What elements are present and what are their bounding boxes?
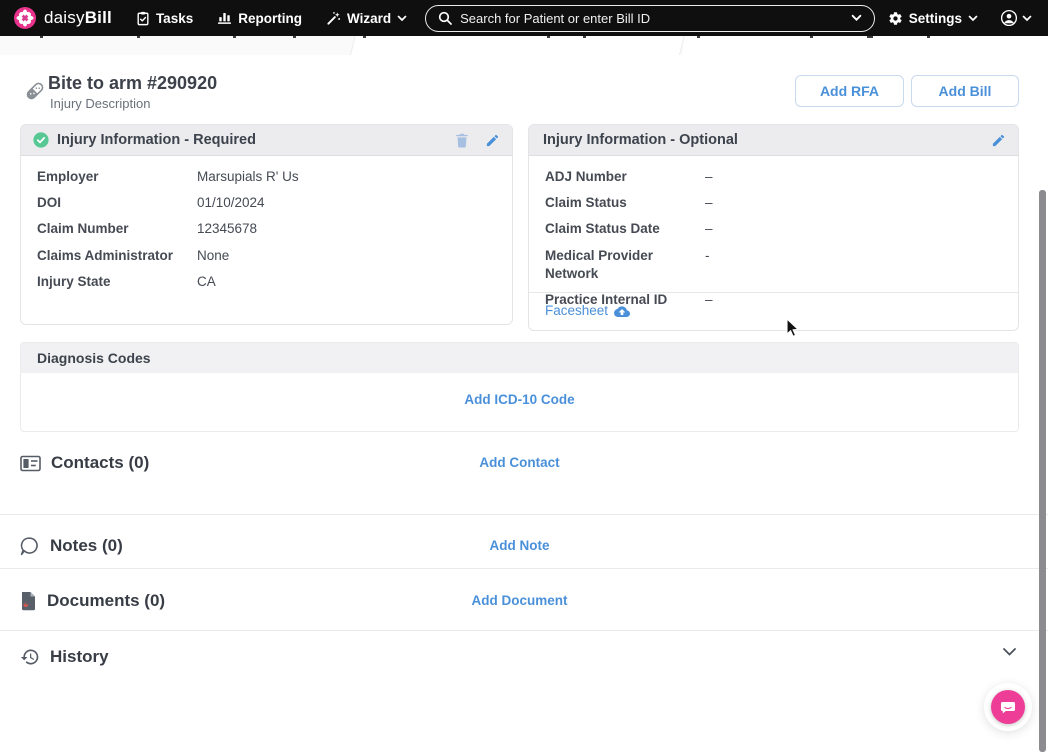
page-title: Bite to arm #290920 <box>48 73 217 94</box>
chevron-down-icon <box>397 15 407 22</box>
search-dropdown-chevron-icon[interactable] <box>851 14 862 22</box>
field-label: DOI <box>37 194 197 212</box>
injury-required-card: Injury Information - Required Employer M… <box>20 124 513 325</box>
tasks-icon <box>136 11 150 26</box>
facesheet-label: Facesheet <box>545 303 608 318</box>
search-input[interactable] <box>460 11 851 26</box>
wizard-wand-icon <box>326 11 341 26</box>
field-row: Employer Marsupials R' Us <box>21 164 512 190</box>
card-title: Injury Information - Required <box>57 132 256 148</box>
contacts-section: Contacts (0) Add Contact <box>20 448 1019 478</box>
chat-widget-button[interactable] <box>991 690 1025 724</box>
facesheet-link[interactable]: Facesheet <box>545 303 630 318</box>
nav-tasks-label: Tasks <box>156 11 193 26</box>
injury-required-card-header: Injury Information - Required <box>21 125 512 156</box>
injury-optional-card-header: Injury Information - Optional <box>529 125 1018 156</box>
global-search[interactable] <box>425 5 875 32</box>
trash-icon[interactable] <box>455 133 469 148</box>
field-row: DOI 01/10/2024 <box>21 190 512 216</box>
field-value: CA <box>197 273 496 291</box>
diagnosis-codes-header: Diagnosis Codes <box>21 343 1018 373</box>
field-row: Injury State CA <box>21 269 512 295</box>
field-value: None <box>197 247 496 265</box>
history-title: History <box>50 647 109 667</box>
brand-name: daisyBill <box>44 8 112 28</box>
field-value: - <box>705 247 1002 283</box>
field-row: Medical Provider Network - <box>529 243 1018 287</box>
daisy-flower-icon <box>14 7 36 29</box>
injury-optional-card: Injury Information - Optional ADJ Number… <box>528 124 1019 331</box>
nav-right-cluster: Settings <box>888 9 1032 27</box>
field-row: Claims Administrator None <box>21 243 512 269</box>
field-value: – <box>705 194 1002 212</box>
field-label: Injury State <box>37 273 197 291</box>
optional-fields: ADJ Number – Claim Status – Claim Status… <box>529 156 1018 313</box>
nav-reporting[interactable]: Reporting <box>217 11 302 26</box>
nav-settings[interactable]: Settings <box>888 11 978 26</box>
nav-wizard-label: Wizard <box>347 11 391 26</box>
add-rfa-button[interactable]: Add RFA <box>795 75 904 107</box>
add-note-link[interactable]: Add Note <box>490 538 550 553</box>
field-value: 01/10/2024 <box>197 194 496 212</box>
field-label: Claim Status Date <box>545 220 705 238</box>
nav-reporting-label: Reporting <box>238 11 302 26</box>
check-circle-icon <box>33 132 49 148</box>
scrollbar-thumb[interactable] <box>1039 190 1046 752</box>
user-circle-icon <box>1000 9 1018 27</box>
field-row: ADJ Number – <box>529 164 1018 190</box>
page-subtitle: Injury Description <box>50 96 150 111</box>
nav-settings-label: Settings <box>909 11 962 26</box>
field-value: – <box>705 220 1002 238</box>
chevron-down-icon <box>1022 15 1032 22</box>
chat-bubble-icon <box>999 698 1017 716</box>
cloud-upload-icon <box>614 305 630 317</box>
divider <box>0 568 1048 569</box>
edit-pencil-icon[interactable] <box>991 133 1006 148</box>
field-label: Claims Administrator <box>37 247 197 265</box>
notes-section: Notes (0) Add Note <box>20 531 1019 561</box>
diagnosis-codes-body: Add ICD-10 Code <box>21 373 1018 431</box>
field-label: Claim Status <box>545 194 705 212</box>
documents-section: Documents (0) Add Document <box>20 586 1019 616</box>
field-row: Claim Status – <box>529 190 1018 216</box>
chevron-down-icon <box>968 15 978 22</box>
search-icon <box>438 11 452 25</box>
history-expand-chevron-icon[interactable] <box>1002 647 1017 657</box>
add-icd10-link[interactable]: Add ICD-10 Code <box>464 392 574 407</box>
diagnosis-codes-card: Diagnosis Codes Add ICD-10 Code <box>20 342 1019 432</box>
field-value: – <box>705 168 1002 186</box>
divider <box>0 630 1048 631</box>
add-contact-link[interactable]: Add Contact <box>479 455 559 470</box>
field-label: ADJ Number <box>545 168 705 186</box>
nav-wizard[interactable]: Wizard <box>326 11 407 26</box>
scrolled-tab-remnant <box>0 36 1048 55</box>
add-bill-button[interactable]: Add Bill <box>911 75 1019 107</box>
history-clock-icon <box>20 647 40 667</box>
facesheet-row: Facesheet <box>529 292 1018 330</box>
field-row: Claim Number 12345678 <box>21 216 512 242</box>
add-document-link[interactable]: Add Document <box>472 593 568 608</box>
gear-icon <box>888 11 903 26</box>
divider <box>0 514 1048 515</box>
field-row: Claim Status Date – <box>529 216 1018 242</box>
daisybill-logo[interactable]: daisyBill <box>14 7 112 29</box>
injury-capsule-icon <box>24 80 46 102</box>
card-title: Injury Information - Optional <box>543 132 738 148</box>
field-value: 12345678 <box>197 220 496 238</box>
field-label: Employer <box>37 168 197 186</box>
field-label: Claim Number <box>37 220 197 238</box>
tab-ghost <box>349 36 684 55</box>
top-nav: daisyBill Tasks Reporting <box>0 0 1048 36</box>
nav-account[interactable] <box>1000 9 1032 27</box>
nav-tasks[interactable]: Tasks <box>136 11 193 26</box>
history-section[interactable]: History <box>20 642 1019 672</box>
reporting-icon <box>217 11 232 25</box>
required-fields: Employer Marsupials R' Us DOI 01/10/2024… <box>21 156 512 295</box>
field-label: Medical Provider Network <box>545 247 705 283</box>
field-value: Marsupials R' Us <box>197 168 496 186</box>
edit-pencil-icon[interactable] <box>485 133 500 148</box>
